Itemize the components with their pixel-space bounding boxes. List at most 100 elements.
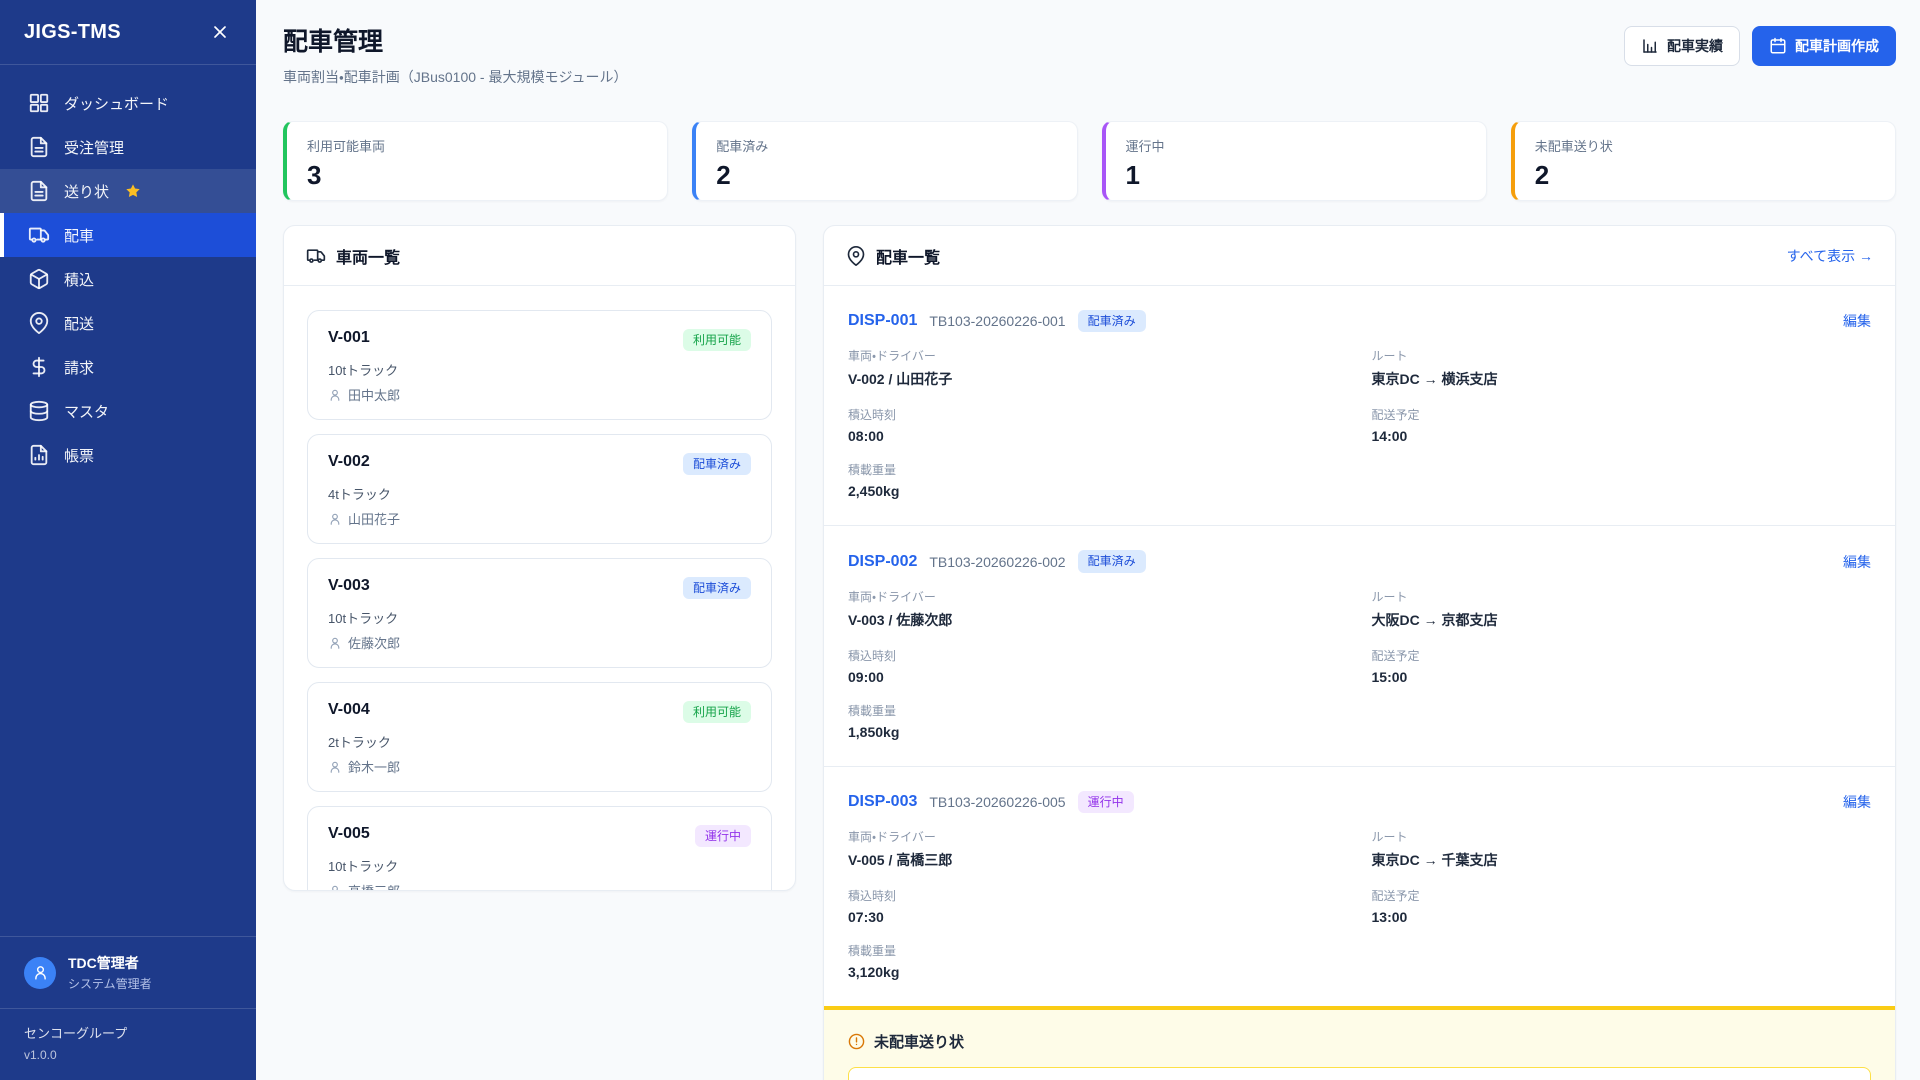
file-text-icon (28, 180, 50, 202)
driver-name: 高橋三郎 (348, 881, 400, 891)
field-route: ルート 東京DC → 横浜支店 (1372, 347, 1872, 389)
vehicle-card[interactable]: V-002 配車済み 4tトラック 山田花子 (307, 434, 772, 544)
sidebar-item-label: 帳票 (64, 445, 94, 466)
sidebar-item-label: マスタ (64, 401, 109, 422)
vehicle-id: V-001 (328, 329, 370, 347)
stats-row: 利用可能車両 3 配車済み 2 運行中 1 未配車送り状 2 (283, 121, 1896, 201)
page-title: 配車管理 (283, 22, 628, 58)
stat-value: 3 (307, 160, 647, 191)
vehicle-card[interactable]: V-001 利用可能 10tトラック 田中太郎 (307, 310, 772, 420)
status-badge: 利用可能 (683, 701, 751, 723)
field-vehicle-driver: 車両・ドライバー V-003 / 佐藤次郎 (848, 588, 1348, 630)
field-weight: 積載重量 3,120kg (848, 942, 1348, 980)
sidebar-item-label: 受注管理 (64, 137, 124, 158)
sidebar-item-reports[interactable]: 帳票 (0, 433, 256, 477)
unassigned-invoices-section: 未配車送り状 TB103-20260226-003 名古屋DC → 静岡支店 1… (824, 1006, 1895, 1080)
truck-icon (306, 246, 326, 266)
field-route: ルート 東京DC → 千葉支店 (1372, 828, 1872, 870)
dashboard-icon (28, 92, 50, 114)
sidebar-footer: センコーグループ v1.0.0 (0, 1008, 256, 1080)
vehicle-card[interactable]: V-004 利用可能 2tトラック 鈴木一郎 (307, 682, 772, 792)
user-icon (328, 512, 342, 526)
status-badge: 配車済み (1078, 310, 1146, 332)
edit-link[interactable]: 編集 (1843, 792, 1871, 812)
status-badge: 運行中 (1078, 791, 1134, 813)
sidebar-item-orders[interactable]: 受注管理 (0, 125, 256, 169)
vehicle-id: V-004 (328, 701, 370, 719)
vehicle-card[interactable]: V-005 運行中 10tトラック 高橋三郎 (307, 806, 772, 891)
stat-label: 利用可能車両 (307, 136, 647, 155)
org-name: センコーグループ (24, 1023, 232, 1042)
avatar (24, 957, 56, 989)
stat-label: 配車済み (716, 136, 1056, 155)
stat-label: 運行中 (1126, 136, 1466, 155)
unassigned-invoice-card: TB103-20260226-003 名古屋DC → 静岡支店 1,320kg … (848, 1067, 1871, 1080)
sidebar-item-label: ダッシュボード (64, 93, 169, 114)
star-icon (125, 183, 141, 199)
page-subtitle: 車両割当・配車計画（JBus0100 - 最大規模モジュール） (283, 67, 628, 87)
field-delivery-eta: 配送予定 14:00 (1372, 406, 1872, 444)
vehicle-list: V-001 利用可能 10tトラック 田中太郎 V-002 配車済み 4tトラッ… (284, 286, 795, 891)
dispatch-results-button[interactable]: 配車実績 (1624, 26, 1740, 66)
edit-link[interactable]: 編集 (1843, 552, 1871, 572)
vehicle-type: 2tトラック (328, 732, 751, 751)
driver-name: 鈴木一郎 (348, 757, 400, 776)
stat-label: 未配車送り状 (1535, 136, 1875, 155)
map-pin-icon (846, 246, 866, 266)
package-icon (28, 268, 50, 290)
user-info[interactable]: TDC管理者 システム管理者 (0, 936, 256, 1008)
sidebar-item-loading[interactable]: 積込 (0, 257, 256, 301)
field-load-time: 積込時刻 07:30 (848, 887, 1348, 925)
database-icon (28, 400, 50, 422)
sidebar-close-button[interactable] (206, 18, 234, 46)
field-load-time: 積込時刻 09:00 (848, 647, 1348, 685)
vehicle-type: 4tトラック (328, 484, 751, 503)
sidebar-item-master[interactable]: マスタ (0, 389, 256, 433)
vehicle-type: 10tトラック (328, 856, 751, 875)
page-header: 配車管理 車両割当・配車計画（JBus0100 - 最大規模モジュール） 配車実… (283, 22, 1896, 87)
status-badge: 配車済み (683, 453, 751, 475)
dispatch-id-link[interactable]: DISP-003 (848, 793, 917, 811)
dispatch-panel-title: 配車一覧 (876, 244, 940, 268)
dispatch-list-panel: 配車一覧 すべて表示 → DISP-001 TB103-20260226-001… (823, 225, 1896, 1080)
vehicle-card[interactable]: V-003 配車済み 10tトラック 佐藤次郎 (307, 558, 772, 668)
close-icon (210, 22, 230, 42)
dispatch-id-link[interactable]: DISP-002 (848, 553, 917, 571)
vehicle-type: 10tトラック (328, 360, 751, 379)
user-icon (32, 964, 49, 981)
vehicle-id: V-003 (328, 577, 370, 595)
driver-name: 田中太郎 (348, 385, 400, 404)
field-weight: 積載重量 1,850kg (848, 702, 1348, 740)
vehicle-list-panel: 車両一覧 V-001 利用可能 10tトラック 田中太郎 V- (283, 225, 796, 891)
sidebar-item-invoices[interactable]: 送り状 (0, 169, 256, 213)
field-load-time: 積込時刻 08:00 (848, 406, 1348, 444)
status-badge: 利用可能 (683, 329, 751, 351)
unassigned-title: 未配車送り状 (874, 1031, 964, 1052)
sidebar-item-label: 積込 (64, 269, 94, 290)
vehicle-id: V-005 (328, 825, 370, 843)
stat-value: 2 (1535, 160, 1875, 191)
view-all-link[interactable]: すべて表示 → (1787, 246, 1873, 266)
dispatch-row: DISP-002 TB103-20260226-002 配車済み 編集 車両・ド… (824, 526, 1895, 766)
field-vehicle-driver: 車両・ドライバー V-002 / 山田花子 (848, 347, 1348, 389)
edit-link[interactable]: 編集 (1843, 311, 1871, 331)
stat-value: 1 (1126, 160, 1466, 191)
stat-in-transit: 運行中 1 (1102, 121, 1487, 201)
sidebar-header: JIGS-TMS (0, 0, 256, 65)
button-label: 配車実績 (1667, 36, 1723, 56)
stat-value: 2 (716, 160, 1056, 191)
sidebar-item-dashboard[interactable]: ダッシュボード (0, 81, 256, 125)
sidebar: JIGS-TMS ダッシュボード 受注管理 送り状 (0, 0, 256, 1080)
vehicle-id: V-002 (328, 453, 370, 471)
sidebar-item-delivery[interactable]: 配送 (0, 301, 256, 345)
field-delivery-eta: 配送予定 15:00 (1372, 647, 1872, 685)
sidebar-item-dispatch[interactable]: 配車 (0, 213, 256, 257)
sidebar-item-billing[interactable]: 請求 (0, 345, 256, 389)
dispatch-ref: TB103-20260226-002 (929, 554, 1065, 570)
dispatch-id-link[interactable]: DISP-001 (848, 312, 917, 330)
vehicle-type: 10tトラック (328, 608, 751, 627)
status-badge: 配車済み (1078, 550, 1146, 572)
create-dispatch-plan-button[interactable]: 配車計画作成 (1752, 26, 1896, 66)
field-route: ルート 大阪DC → 京都支店 (1372, 588, 1872, 630)
field-delivery-eta: 配送予定 13:00 (1372, 887, 1872, 925)
